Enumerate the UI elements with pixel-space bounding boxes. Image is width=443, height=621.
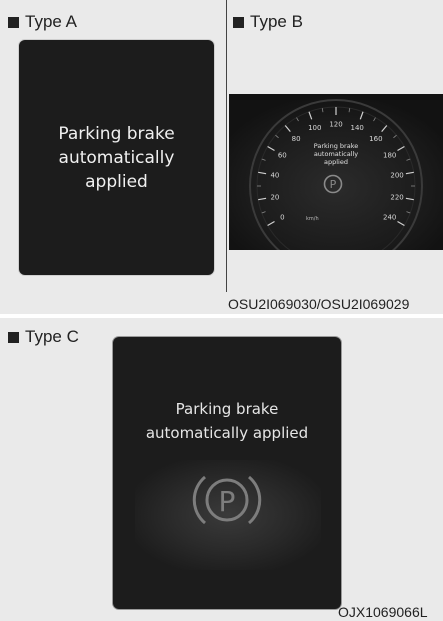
type-a-label: Type A bbox=[25, 12, 77, 31]
gauge-tick-label: 240 bbox=[383, 214, 396, 222]
gauge-tick-label: 60 bbox=[278, 152, 287, 160]
parking-brake-icon: P bbox=[192, 475, 262, 525]
gauge-tick-label: 200 bbox=[390, 172, 403, 180]
gauge-tick-label: 20 bbox=[270, 193, 279, 201]
type-a-message-line-1: Parking brake bbox=[58, 124, 175, 144]
gauge-tick-label: 0 bbox=[280, 214, 284, 222]
type-b-heading: Type B bbox=[233, 12, 303, 32]
svg-text:P: P bbox=[330, 178, 337, 191]
bottom-figure-caption: OJX1069066L bbox=[338, 604, 428, 620]
type-b-instrument-cluster: 0 20 40 60 80 100 120 140 160 180 200 220 240 km/h P… bbox=[229, 94, 443, 250]
gauge-tick-label: 140 bbox=[351, 124, 364, 132]
svg-text:P: P bbox=[219, 485, 236, 518]
type-c-display: Parking brake automatically applied P bbox=[113, 337, 341, 609]
panel-divider bbox=[226, 0, 227, 292]
type-b-message-line-2: automatically bbox=[314, 150, 358, 158]
type-a-heading: Type A bbox=[8, 12, 77, 32]
type-b-message-line-3: applied bbox=[324, 158, 348, 166]
gauge-tick-label: 80 bbox=[292, 135, 301, 143]
speed-unit-label: km/h bbox=[306, 216, 319, 222]
type-a-message: Parking brake automatically applied bbox=[19, 122, 214, 194]
type-c-heading: Type C bbox=[8, 327, 79, 347]
type-a-message-line-2: automatically bbox=[58, 148, 175, 168]
square-bullet-icon bbox=[8, 331, 19, 343]
gauge-tick-label: 160 bbox=[369, 135, 382, 143]
type-b-message-line-1: Parking brake bbox=[314, 142, 358, 150]
type-a-message-line-3: applied bbox=[85, 172, 148, 192]
gauge-tick-label: 100 bbox=[308, 124, 321, 132]
top-figure-caption: OSU2I069030/OSU2I069029 bbox=[228, 296, 410, 312]
gauge-tick-label: 180 bbox=[383, 152, 396, 160]
gauge-tick-label: 120 bbox=[329, 121, 342, 129]
type-a-display: Parking brake automatically applied bbox=[19, 40, 214, 275]
gauge-tick-label: 220 bbox=[390, 193, 403, 201]
speedometer-gauge: 0 20 40 60 80 100 120 140 160 180 200 220 240 km/h P… bbox=[229, 94, 443, 250]
type-c-label: Type C bbox=[25, 327, 79, 346]
gauge-tick-label: 40 bbox=[270, 172, 279, 180]
type-b-label: Type B bbox=[250, 12, 303, 31]
square-bullet-icon bbox=[8, 16, 19, 28]
square-bullet-icon bbox=[233, 16, 244, 28]
